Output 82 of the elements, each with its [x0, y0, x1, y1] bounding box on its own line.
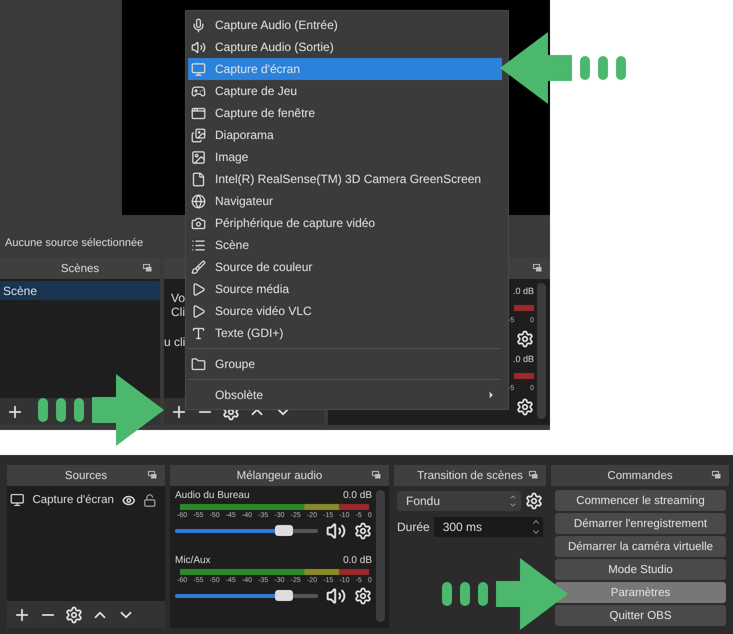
float-icon[interactable]	[372, 471, 381, 479]
volume-reading: .0 dB	[512, 286, 534, 296]
slider-thumb[interactable]	[274, 590, 293, 601]
slider-thumb[interactable]	[274, 525, 293, 536]
list-icon	[191, 238, 206, 252]
window-icon	[191, 106, 206, 120]
menu-item[interactable]: Obsolète	[188, 384, 502, 406]
volume-reading: 0.0 dB	[343, 490, 372, 501]
image-icon	[191, 150, 206, 164]
level-meter	[514, 305, 534, 311]
menu-item[interactable]: Source vidéo VLC	[188, 300, 502, 322]
speaker-icon[interactable]	[326, 521, 346, 541]
command-button[interactable]: Quitter OBS	[555, 605, 726, 626]
settings-icon[interactable]	[65, 606, 83, 624]
menu-item[interactable]: Source de couleur	[188, 256, 502, 278]
volume-reading: .0 dB	[512, 354, 534, 364]
settings-icon[interactable]	[525, 492, 543, 510]
unlocked-icon[interactable]	[143, 492, 158, 508]
dock-title: Mélangeur audio	[236, 470, 322, 482]
command-button[interactable]: Commencer le streaming	[555, 490, 726, 511]
menu-item[interactable]: Intel(R) RealSense(TM) 3D Camera GreenScreen	[188, 168, 502, 190]
scrollbar[interactable]	[537, 283, 546, 419]
up-icon	[509, 493, 517, 501]
menu-item[interactable]: Diaporama	[188, 124, 502, 146]
channel-name: Audio du Bureau	[175, 490, 250, 501]
source-text: Cli	[171, 305, 185, 319]
duration-label: Durée	[397, 520, 430, 534]
globe-icon	[191, 194, 206, 208]
dock-title: Transition de scènes	[417, 470, 523, 482]
monitor-icon	[10, 492, 24, 508]
menu-item[interactable]: Capture Audio (Sortie)	[188, 36, 502, 58]
menu-item[interactable]: Navigateur	[188, 190, 502, 212]
menu-item[interactable]: Périphérique de capture vidéo	[188, 212, 502, 234]
speaker-icon[interactable]	[326, 586, 346, 606]
stacked-images-icon	[191, 128, 206, 142]
volume-reading: 0.0 dB	[343, 555, 372, 566]
command-button[interactable]: Paramètres	[555, 582, 726, 603]
brush-icon	[191, 260, 206, 274]
settings-icon[interactable]	[516, 330, 534, 348]
dock-title: Sources	[64, 470, 108, 482]
text-icon	[191, 326, 206, 340]
command-button[interactable]: Mode Studio	[555, 559, 726, 580]
status-text: Aucune source sélectionnée	[5, 237, 144, 249]
microphone-icon	[191, 18, 206, 32]
menu-item[interactable]: Groupe	[188, 353, 502, 375]
menu-item[interactable]: Capture Audio (Entrée)	[188, 14, 502, 36]
speaker-icon	[191, 40, 206, 54]
menu-item[interactable]: Image	[188, 146, 502, 168]
command-button[interactable]: Démarrer l'enregistrement	[555, 513, 726, 534]
settings-icon[interactable]	[516, 398, 534, 416]
duration-field[interactable]: 300 ms	[434, 517, 543, 537]
folder-icon	[191, 356, 206, 372]
source-text: u cli	[164, 335, 186, 349]
command-button[interactable]: Démarrer la caméra virtuelle	[555, 536, 726, 557]
float-icon[interactable]	[143, 264, 152, 272]
down-icon	[509, 501, 517, 509]
dock-title: Scènes	[60, 262, 100, 274]
level-meter	[514, 373, 534, 379]
channel-name: Mic/Aux	[175, 555, 211, 566]
menu-item[interactable]: Capture de Jeu	[188, 80, 502, 102]
menu-item[interactable]: Texte (GDI+)	[188, 322, 502, 344]
transition-select[interactable]: Fondu	[397, 491, 521, 511]
scrollbar[interactable]	[376, 490, 385, 622]
scene-item[interactable]: Scène	[0, 281, 160, 300]
menu-item[interactable]: Source média	[188, 278, 502, 300]
menu-item[interactable]: Capture de fenêtre	[188, 102, 502, 124]
menu-item[interactable]: Scène	[188, 234, 502, 256]
source-text: Vo	[171, 291, 186, 305]
settings-icon[interactable]	[354, 587, 372, 605]
settings-icon[interactable]	[354, 522, 372, 540]
camera-icon	[191, 216, 206, 230]
float-icon[interactable]	[712, 471, 721, 479]
gamepad-icon	[191, 84, 206, 98]
monitor-icon	[191, 62, 206, 76]
source-name[interactable]: Capture d'écran	[32, 494, 114, 506]
float-icon[interactable]	[529, 471, 538, 479]
float-icon[interactable]	[148, 471, 157, 479]
file-icon	[191, 172, 206, 186]
play-icon	[191, 282, 206, 296]
play-icon	[191, 304, 206, 318]
float-icon[interactable]	[533, 264, 542, 272]
dock-title: Commandes	[607, 470, 673, 482]
